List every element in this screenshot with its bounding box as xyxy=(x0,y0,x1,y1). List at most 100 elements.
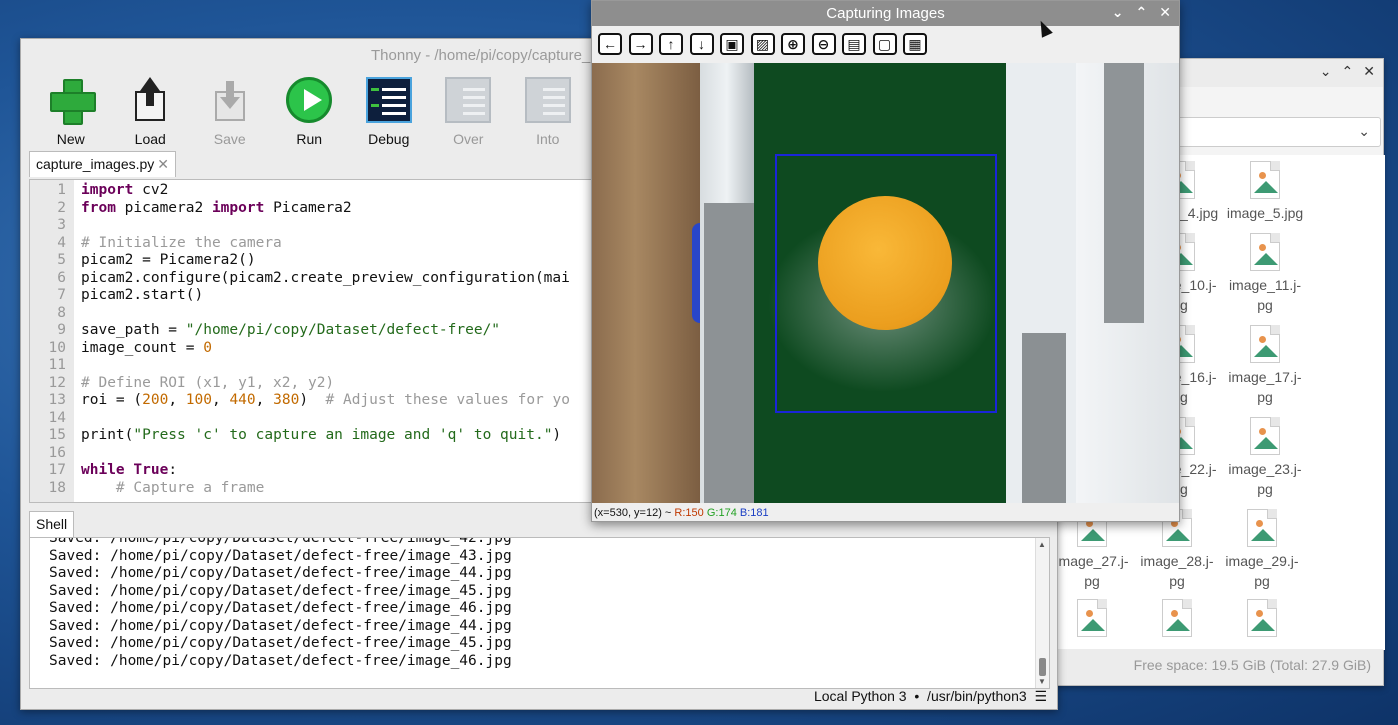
code-token: 200 xyxy=(142,392,169,408)
step-into-icon xyxy=(524,77,571,123)
over-label: Over xyxy=(453,131,484,147)
file-label-cont: pg xyxy=(1084,573,1100,589)
code-token: import xyxy=(81,182,134,198)
maximize-icon[interactable]: ⌃ xyxy=(1136,4,1148,21)
shell-line: Saved: /home/pi/copy/Dataset/defect-free… xyxy=(49,547,512,564)
save-button[interactable]: Save xyxy=(190,77,270,147)
new-button[interactable]: New xyxy=(31,77,111,147)
file-item[interactable] xyxy=(1132,599,1222,641)
image-file-icon xyxy=(1250,417,1280,455)
code-line: 8 xyxy=(30,305,593,323)
code-token: picam2.start() xyxy=(81,287,204,303)
code-token: "/home/pi/copy/Dataset/defect-free/" xyxy=(185,322,501,338)
machine-bar xyxy=(1104,63,1144,323)
code-editor[interactable]: 1 import cv2 2 from picamera2 import Picame… xyxy=(29,179,594,503)
line-number: 18 xyxy=(48,479,66,496)
file-item[interactable] xyxy=(1047,599,1137,641)
code-line: 15 print("Press 'c' to capture an image a… xyxy=(30,427,593,445)
code-line: 17 while True: xyxy=(30,462,593,480)
file-item[interactable]: image_11.j-pg xyxy=(1220,233,1310,315)
code-line: 10 image_count = 0 xyxy=(30,339,593,358)
scroll-thumb[interactable] xyxy=(1039,658,1046,676)
code-token: "Press 'c' to capture an image and 'q' t… xyxy=(133,427,553,443)
chevron-down-icon[interactable]: ⌄ xyxy=(1358,123,1370,140)
into-label: Into xyxy=(536,131,560,147)
left-rail-bracket xyxy=(704,203,754,503)
code-token: 380 xyxy=(273,392,300,408)
arrow-up-icon[interactable]: ↑ xyxy=(659,33,683,55)
camera-preview[interactable] xyxy=(592,63,1179,503)
file-label-cont: pg xyxy=(1257,389,1273,405)
line-number: 11 xyxy=(48,357,66,373)
green-value: G:174 xyxy=(706,507,737,519)
zoom-out-icon[interactable]: ⊖ xyxy=(811,33,836,55)
scroll-up-icon[interactable]: ▲ xyxy=(1038,540,1046,549)
close-icon[interactable]: ✕ xyxy=(157,156,169,172)
file-item[interactable]: image_17.j-pg xyxy=(1220,325,1310,407)
file-label: image_23.j- xyxy=(1228,461,1302,477)
image-file-icon xyxy=(1247,509,1277,547)
line-number: 10 xyxy=(48,339,66,356)
interpreter-status[interactable]: Local Python 3 • /usr/bin/python3 ☰ xyxy=(814,688,1047,705)
run-button[interactable]: Run xyxy=(270,77,350,147)
code-line: 12 # Define ROI (x1, y1, x2, y2) xyxy=(30,374,593,393)
code-line: 13 roi = (200, 100, 440, 380) # Adjust th… xyxy=(30,392,593,410)
debug-button[interactable]: Debug xyxy=(349,77,429,147)
code-line: 9 save_path = "/home/pi/copy/Dataset/defe… xyxy=(30,322,593,340)
path-bar[interactable]: ⌄ xyxy=(1155,117,1381,147)
save-image-icon[interactable]: ▤ xyxy=(842,33,866,55)
code-token: image_count = xyxy=(81,339,204,356)
red-value: R:150 xyxy=(674,507,704,519)
shell-scrollbar[interactable]: ▲ ▼ xyxy=(1035,538,1049,688)
zoom-region-icon[interactable]: ▨ xyxy=(750,33,775,55)
scroll-down-icon[interactable]: ▼ xyxy=(1038,677,1046,686)
code-line: 4 # Initialize the camera xyxy=(30,235,593,253)
line-number: 2 xyxy=(57,199,66,216)
play-icon xyxy=(286,77,333,123)
maximize-icon[interactable]: ⌃ xyxy=(1342,63,1354,80)
line-number: 17 xyxy=(48,462,66,478)
code-line: 5 picam2 = Picamera2() xyxy=(30,252,593,270)
file-label-cont: pg xyxy=(1257,481,1273,497)
free-space-status: Free space: 19.5 GiB (Total: 27.9 GiB) xyxy=(1035,649,1383,685)
code-token: # Adjust these values for yo xyxy=(325,392,570,408)
tab-shell[interactable]: Shell xyxy=(29,511,75,537)
code-line: 3 xyxy=(30,217,593,235)
close-icon[interactable]: ✕ xyxy=(1363,63,1375,80)
file-item[interactable]: image_23.j-pg xyxy=(1220,417,1310,499)
code-line: 18 # Capture a frame xyxy=(30,479,593,498)
line-number: 15 xyxy=(48,427,66,443)
roi-box xyxy=(775,154,997,413)
minimize-icon[interactable]: ⌄ xyxy=(1320,63,1332,80)
step-into-button[interactable]: Into xyxy=(508,77,588,147)
shell-output[interactable]: Saved: /home/pi/copy/Dataset/defect-free… xyxy=(29,537,1050,689)
arrow-left-icon[interactable]: ← xyxy=(598,33,622,55)
code-token: cv2 xyxy=(133,182,169,198)
image-file-icon xyxy=(1077,599,1107,637)
zoom-in-icon[interactable]: ⊕ xyxy=(781,33,805,55)
properties-icon[interactable]: ▦ xyxy=(903,33,927,55)
line-number: 3 xyxy=(57,217,66,233)
zoom-fit-icon[interactable]: ▣ xyxy=(720,33,744,55)
step-over-icon xyxy=(445,77,492,123)
minimize-icon[interactable]: ⌄ xyxy=(1112,4,1124,21)
code-token: from xyxy=(81,199,116,216)
copy-image-icon[interactable]: ▢ xyxy=(872,33,897,55)
code-token: : xyxy=(168,462,178,478)
code-token: True xyxy=(133,462,169,478)
line-number: 12 xyxy=(48,374,66,391)
file-item[interactable]: image_5.jpg xyxy=(1220,161,1310,223)
shell-line: Saved: /home/pi/copy/Dataset/defect-free… xyxy=(49,565,512,581)
arrow-right-icon[interactable]: → xyxy=(628,33,653,55)
step-over-button[interactable]: Over xyxy=(429,77,509,147)
line-number: 5 xyxy=(57,252,66,268)
file-item[interactable]: image_29.j-pg xyxy=(1217,509,1307,591)
file-item[interactable] xyxy=(1217,599,1307,641)
image-file-icon xyxy=(1250,161,1280,199)
tab-capture-images[interactable]: capture_images.py ✕ xyxy=(29,151,177,177)
shell-line: Saved: /home/pi/copy/Dataset/defect-free… xyxy=(49,537,512,546)
close-icon[interactable]: ✕ xyxy=(1159,4,1171,21)
load-button[interactable]: Load xyxy=(111,77,191,147)
arrow-down-icon[interactable]: ↓ xyxy=(689,33,714,55)
file-label: image_29.j- xyxy=(1225,553,1299,569)
